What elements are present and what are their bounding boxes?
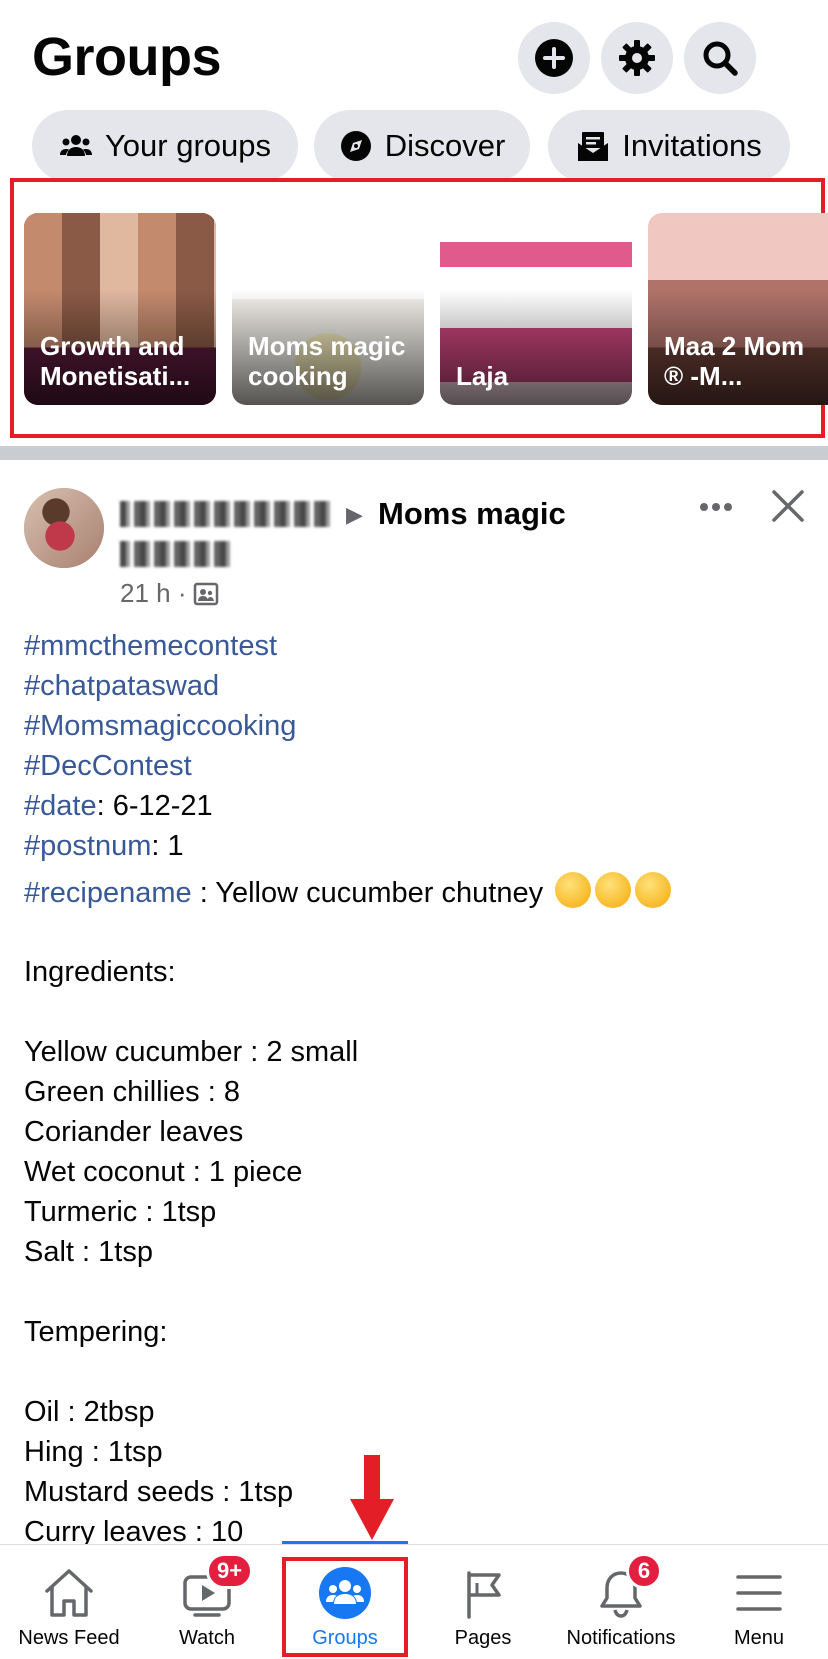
nav-label: Pages [454, 1627, 512, 1649]
nav-label: Notifications [566, 1627, 676, 1649]
section-heading: Ingredients: [24, 956, 176, 988]
settings-button[interactable] [601, 22, 673, 94]
create-button[interactable] [518, 22, 590, 94]
hashtag-link[interactable]: #recipename [24, 877, 192, 909]
hashtag-link[interactable]: #date [24, 790, 97, 822]
nav-label: Watch [179, 1627, 235, 1649]
nav-news-feed[interactable]: News Feed [0, 1545, 138, 1659]
hamburger-icon [736, 1575, 782, 1611]
hashtag-link[interactable]: #Momsmagiccooking [24, 710, 296, 742]
hashtag-line: #recipename : Yellow cucumber chutney [24, 866, 814, 912]
hashtag-link[interactable]: #mmcthemecontest [24, 630, 277, 662]
hashtag-line: #date: 6-12-21 [24, 786, 814, 826]
envelope-icon [578, 132, 609, 161]
post-meta: 21 h · [120, 578, 219, 609]
post-text: : 6-12-21 [96, 790, 213, 822]
home-icon [45, 1569, 93, 1617]
tab-invitations-label: Invitations [622, 128, 762, 163]
close-icon[interactable] [770, 488, 806, 524]
hashtag-line: #postnum: 1 [24, 826, 814, 866]
post-body: #mmcthemecontest #chatpataswad #Momsmagi… [24, 626, 814, 1552]
tab-invitations[interactable]: Invitations [548, 110, 790, 182]
nav-label: News Feed [18, 1627, 120, 1649]
notifications-badge: 6 [626, 1553, 662, 1589]
plus-icon [535, 39, 573, 77]
group-card-title: Maa 2 Mom ® -M... [664, 331, 805, 391]
search-icon [703, 41, 738, 76]
tempering-line: Oil : 2tbsp [24, 1396, 155, 1428]
watch-badge: 9+ [206, 1553, 254, 1589]
ingredient-line: Wet coconut : 1 piece [24, 1156, 303, 1188]
search-button[interactable] [684, 22, 756, 94]
bottom-nav: News Feed Watch 9+ Groups Pages Notifica… [0, 1544, 828, 1659]
arrow-right-icon: ▶ [346, 502, 363, 527]
post-timestamp: 21 h · [120, 578, 187, 608]
group-card-title: Moms magic cooking [248, 331, 406, 391]
tab-discover-label: Discover [384, 128, 506, 163]
section-divider [0, 446, 828, 460]
tab-your-groups-label: Your groups [104, 128, 272, 163]
hashtag-line: #Momsmagiccooking [24, 706, 814, 746]
ingredient-line: Turmeric : 1tsp [24, 1196, 217, 1228]
yum-emoji-icon [635, 872, 672, 908]
post-text: : 1 [151, 830, 184, 862]
hashtag-link[interactable]: #postnum [24, 830, 151, 862]
hashtag-line: #DecContest [24, 746, 814, 786]
tab-your-groups[interactable]: Your groups [32, 110, 298, 182]
header: Groups [0, 0, 828, 110]
hashtag-link[interactable]: #DecContest [24, 750, 192, 782]
group-card[interactable]: Maa 2 Mom ® -M... [648, 213, 828, 405]
flag-icon [467, 1571, 501, 1619]
more-options-icon[interactable] [696, 492, 736, 522]
ingredient-line: Salt : 1tsp [24, 1236, 153, 1268]
ingredient-line: Coriander leaves [24, 1116, 244, 1148]
yum-emoji-icon [595, 872, 632, 908]
hashtag-line: #chatpataswad [24, 666, 814, 706]
group-card[interactable]: Laja [440, 213, 632, 405]
people-icon [59, 135, 92, 156]
avatar[interactable] [24, 488, 104, 568]
hashtag-line: #mmcthemecontest [24, 626, 814, 666]
tempering-line: Hing : 1tsp [24, 1436, 163, 1468]
post-group-name[interactable]: Moms magic [378, 496, 566, 532]
annotation-arrow-icon [350, 1455, 394, 1540]
section-heading: Tempering: [24, 1316, 168, 1348]
nav-watch[interactable]: Watch 9+ [138, 1545, 276, 1659]
compass-icon [340, 131, 371, 161]
hashtag-link[interactable]: #chatpataswad [24, 670, 219, 702]
group-card-title: Laja [456, 361, 509, 391]
gear-icon [619, 40, 655, 76]
group-card[interactable]: Growth and Monetisati... [24, 213, 216, 405]
nav-pages[interactable]: Pages [414, 1545, 552, 1659]
yum-emoji-icon [555, 872, 592, 908]
group-card[interactable]: Moms magic cooking [232, 213, 424, 405]
ingredient-line: Yellow cucumber : 2 small [24, 1036, 359, 1068]
tab-discover[interactable]: Discover [314, 110, 530, 182]
nav-label: Menu [733, 1627, 785, 1649]
page-title: Groups [32, 27, 222, 87]
nav-notifications[interactable]: Notifications 6 [552, 1545, 690, 1659]
nav-menu[interactable]: Menu [690, 1545, 828, 1659]
groups-tab-highlight [282, 1557, 408, 1657]
author-name-blurred[interactable] [120, 501, 332, 527]
members-privacy-icon [193, 582, 218, 605]
author-name-blurred [120, 541, 232, 567]
group-card-title: Growth and Monetisati... [40, 331, 191, 391]
ingredient-line: Green chillies : 8 [24, 1076, 240, 1108]
post-text: : Yellow cucumber chutney [191, 877, 544, 909]
tempering-line: Mustard seeds : 1tsp [24, 1476, 294, 1508]
